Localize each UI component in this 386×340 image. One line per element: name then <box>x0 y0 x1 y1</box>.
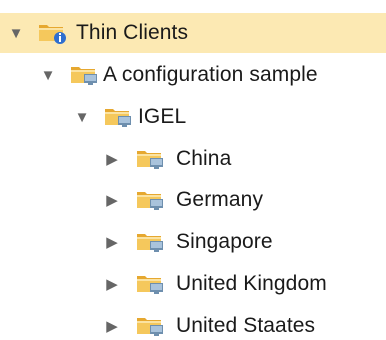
expand-arrow-icon[interactable]: ▼ <box>8 13 24 53</box>
collapse-arrow-icon[interactable]: ▶ <box>104 263 120 305</box>
folder-monitor-icon <box>136 273 164 295</box>
folder-monitor-icon <box>104 106 132 128</box>
collapse-arrow-icon[interactable]: ▶ <box>104 221 120 263</box>
tree-node-label: A configuration sample <box>103 63 318 86</box>
thin-clients-tree: ▼ Thin Clients ▼ A configuration sample … <box>0 0 386 340</box>
tree-node-configuration-sample[interactable]: ▼ A configuration sample <box>0 54 386 96</box>
expand-arrow-icon[interactable]: ▼ <box>74 96 90 138</box>
tree-node-label: Thin Clients <box>76 21 189 44</box>
tree-node-label: IGEL <box>138 105 187 128</box>
collapse-arrow-icon[interactable]: ▶ <box>104 138 120 180</box>
folder-info-icon <box>38 22 66 44</box>
folder-monitor-icon <box>136 148 164 170</box>
expand-arrow-icon[interactable]: ▼ <box>40 54 56 96</box>
folder-monitor-icon <box>136 189 164 211</box>
tree-node-united-kingdom[interactable]: ▶ United Kingdom <box>0 263 386 305</box>
tree-node-igel[interactable]: ▼ IGEL <box>0 96 386 138</box>
tree-node-china[interactable]: ▶ China <box>0 138 386 180</box>
collapse-arrow-icon[interactable]: ▶ <box>104 179 120 221</box>
folder-monitor-icon <box>136 231 164 253</box>
tree-node-germany[interactable]: ▶ Germany <box>0 179 386 221</box>
tree-node-label: United Kingdom <box>176 272 327 295</box>
collapse-arrow-icon[interactable]: ▶ <box>104 305 120 340</box>
tree-node-united-staates[interactable]: ▶ United Staates <box>0 305 386 340</box>
tree-node-singapore[interactable]: ▶ Singapore <box>0 221 386 263</box>
tree-node-label: Germany <box>176 188 264 211</box>
folder-monitor-icon <box>136 315 164 337</box>
tree-node-label: Singapore <box>176 230 273 253</box>
tree-node-thin-clients[interactable]: ▼ Thin Clients <box>0 13 386 53</box>
tree-node-label: China <box>176 147 232 170</box>
folder-monitor-icon <box>70 64 98 86</box>
tree-node-label: United Staates <box>176 314 316 337</box>
